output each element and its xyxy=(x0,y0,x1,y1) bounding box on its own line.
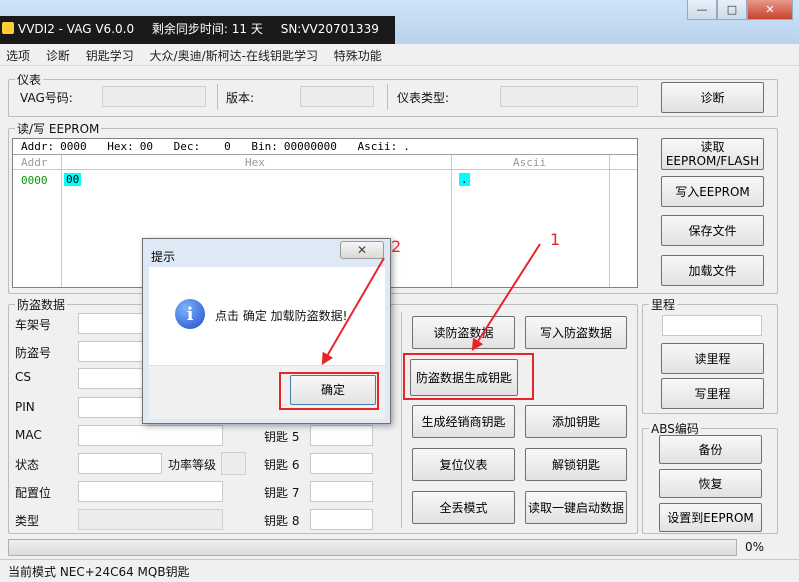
main-window: VVDI2 - VAG V6.0.0 剩余同步时间: 11 天 SN:VV207… xyxy=(0,0,799,582)
annotation-label-2: 2 xyxy=(391,237,401,256)
annotation-overlay: 1 2 xyxy=(321,230,560,366)
arrow-2 xyxy=(321,257,385,366)
annotation-label-1: 1 xyxy=(550,230,560,249)
arrow-1 xyxy=(471,243,541,352)
